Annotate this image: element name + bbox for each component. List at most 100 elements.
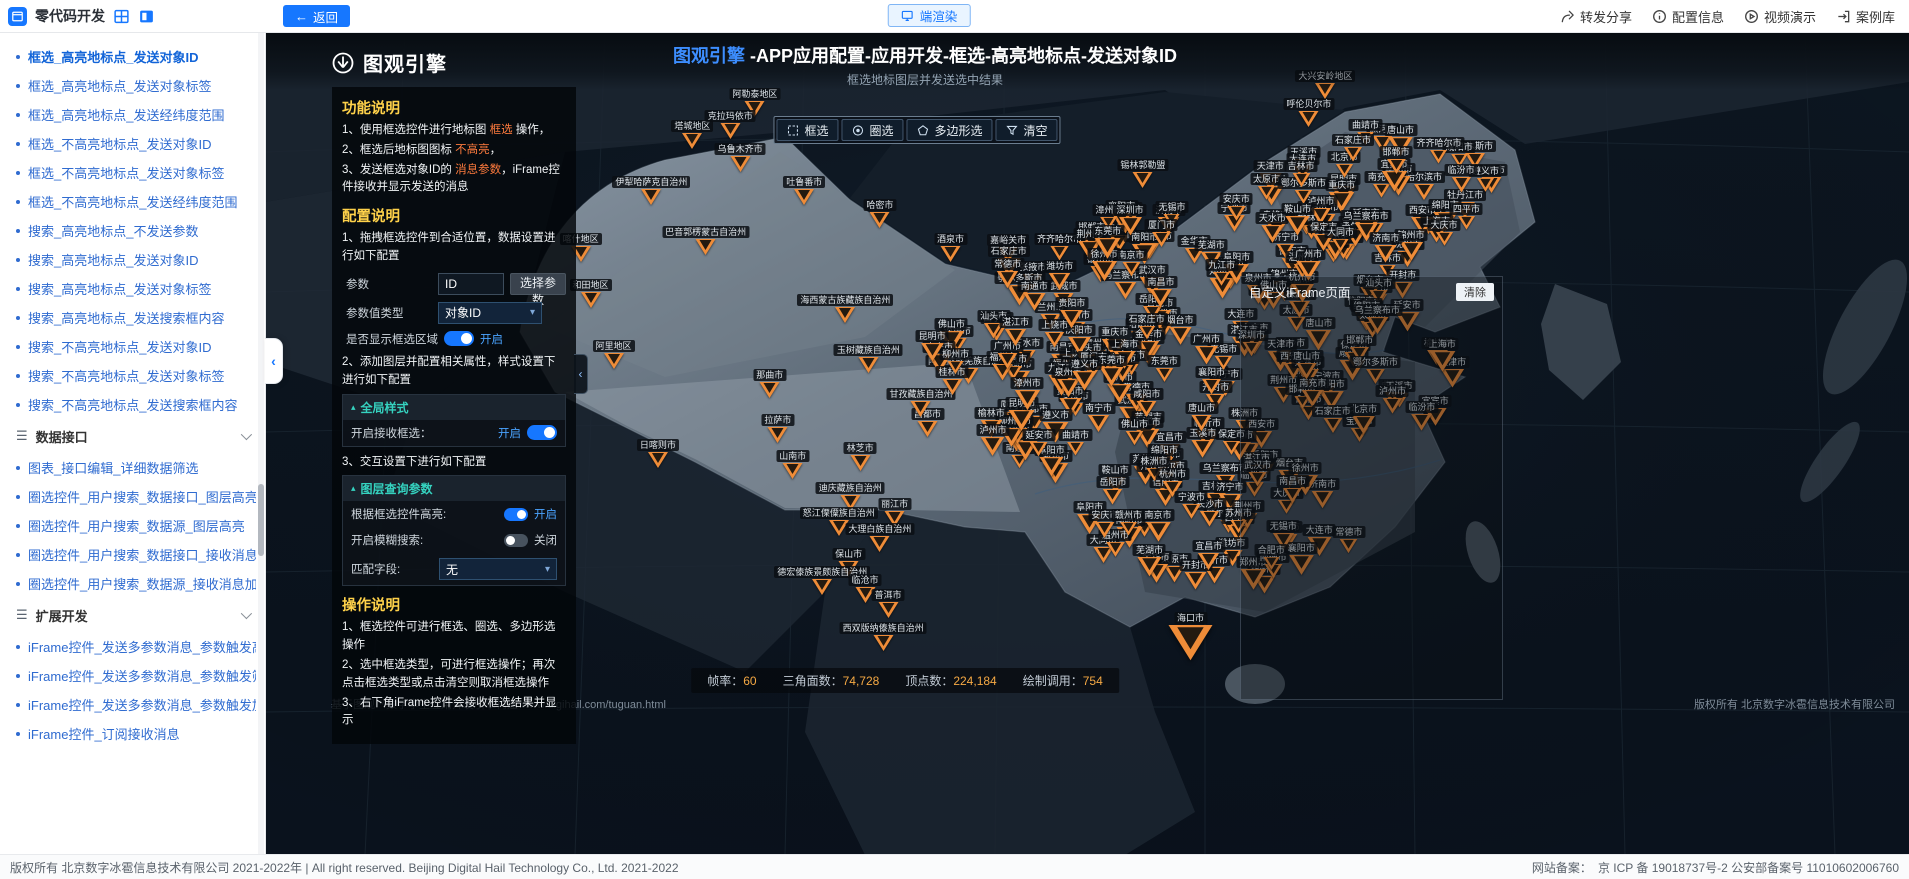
map-marker[interactable]: 九江市 [1205, 259, 1238, 288]
panel-collapse-button[interactable]: ‹ [574, 354, 588, 394]
sidebar-item[interactable]: 搜索_不高亮地标点_发送搜索框内容 [0, 390, 265, 419]
match-field-select[interactable]: 无▾ [439, 558, 557, 580]
sidebar-item[interactable]: iFrame控件_发送多参数消息_参数触发加... [0, 690, 265, 719]
sidebar-item[interactable]: 框选_不高亮地标点_发送对象ID [0, 129, 265, 158]
sidebar-item[interactable]: iFrame控件_发送多参数消息_参数触发高... [0, 632, 265, 661]
map-marker[interactable]: 唐山市 [1185, 402, 1218, 431]
map-marker[interactable]: 乌鲁木齐市 [715, 143, 766, 172]
map-marker[interactable]: 玉树藏族自治州 [834, 344, 903, 373]
map-marker[interactable]: 普洱市 [872, 589, 905, 618]
map-marker[interactable]: 日喀则市 [637, 439, 679, 468]
map-marker[interactable]: 南通市 [1018, 280, 1051, 309]
sidebar-section-header[interactable]: ☰扩展开发 [0, 598, 265, 632]
map-marker[interactable]: 湛江市 [999, 316, 1032, 345]
sidebar-item[interactable]: 圈选控件_用户搜索_数据接口_图层高亮 [0, 482, 265, 511]
map-marker[interactable]: 酒泉市 [934, 233, 967, 262]
map-marker[interactable]: 佛山市 [1118, 418, 1151, 447]
map-marker[interactable]: 南京市 [1142, 509, 1175, 538]
map-marker[interactable]: 芜湖市 [1133, 544, 1166, 573]
sidebar-item[interactable]: 搜索_高亮地标点_不发送参数 [0, 216, 265, 245]
show-region-toggle[interactable] [444, 331, 474, 346]
map-tool-circle-button[interactable]: 圈选 [841, 119, 903, 141]
map-marker[interactable]: 吉林市 [1285, 160, 1318, 189]
topbar-action-info[interactable]: 配置信息 [1652, 7, 1724, 26]
map-marker[interactable]: 安庆市 [1220, 193, 1253, 222]
map-marker[interactable]: 石家庄市 [1126, 313, 1168, 342]
sidebar-section-header[interactable]: ☰数据接口 [0, 419, 265, 453]
map-marker[interactable]: 海口市 [1174, 612, 1207, 641]
global-style-header[interactable]: ▴ 全局样式 [343, 395, 565, 420]
render-mode-button[interactable]: 端渲染 [888, 4, 971, 27]
map-marker[interactable]: 呼伦贝尔市 [1283, 98, 1334, 127]
map-marker[interactable]: 齐齐哈尔市 [1413, 137, 1464, 166]
map-marker[interactable]: 南宁市 [1082, 402, 1115, 431]
sidebar-scrollbar[interactable] [258, 32, 264, 855]
param-input[interactable] [438, 273, 504, 295]
sidebar-item[interactable]: 搜索_不高亮地标点_发送对象ID [0, 332, 265, 361]
topbar-action-cases[interactable]: 案例库 [1836, 7, 1895, 26]
map-marker[interactable]: 邯郸市 [1380, 146, 1413, 175]
map-marker[interactable]: 厦门市 [1145, 219, 1178, 248]
map-marker[interactable]: 宁波市 [1175, 491, 1208, 520]
sidebar-item[interactable]: 搜索_高亮地标点_发送对象标签 [0, 274, 265, 303]
map-marker[interactable]: 临汾市 [1444, 164, 1477, 193]
map-marker[interactable]: 济南市 [1369, 232, 1402, 261]
scrollbar-thumb[interactable] [258, 484, 264, 556]
map-marker[interactable]: 林芝市 [844, 442, 877, 471]
sidebar-item[interactable]: 框选_高亮地标点_发送对象标签 [0, 71, 265, 100]
receive-box-select-toggle[interactable] [527, 425, 557, 440]
map-marker[interactable]: 遵义市 [1068, 358, 1101, 387]
sidebar-item[interactable]: 圈选控件_用户搜索_数据源_接收消息加... [0, 569, 265, 598]
fuzzy-search-toggle[interactable] [504, 534, 528, 547]
map-marker[interactable]: 宜昌市 [1192, 540, 1225, 569]
layout-grid-icon[interactable] [113, 8, 130, 25]
map-tool-polygon-button[interactable]: 多边形选 [907, 119, 993, 141]
sidebar-item[interactable]: 图表_接口编辑_详细数据筛选 [0, 453, 265, 482]
map-marker[interactable]: 漳州市 [1011, 377, 1044, 406]
layer-query-header[interactable]: ▴ 图层查询参数 [343, 476, 565, 501]
map-marker[interactable]: 咸阳市 [1130, 388, 1163, 417]
map-marker[interactable]: 延安市 [1022, 429, 1055, 458]
back-button[interactable]: ← 返回 [283, 5, 350, 27]
sidebar-item[interactable]: iFrame控件_订阅接收消息 [0, 719, 265, 748]
sidebar-item[interactable]: 框选_高亮地标点_发送对象ID [0, 42, 265, 71]
topbar-action-share[interactable]: 转发分享 [1560, 7, 1632, 26]
map-tool-clear-button[interactable]: 清空 [996, 119, 1058, 141]
topbar-action-video[interactable]: 视频演示 [1744, 7, 1816, 26]
map-marker[interactable]: 吐鲁番市 [783, 176, 825, 205]
sidebar-item[interactable]: 搜索_高亮地标点_发送对象ID [0, 245, 265, 274]
map-marker[interactable]: 阿里地区 [593, 340, 635, 369]
map-marker[interactable]: 鞍山市 [1281, 203, 1314, 232]
sidebar-item[interactable]: 搜索_高亮地标点_发送搜索框内容 [0, 303, 265, 332]
map-marker[interactable]: 曲靖市 [1059, 429, 1092, 458]
map-marker[interactable]: 拉萨市 [761, 414, 794, 443]
map-marker[interactable]: 西双版纳傣族自治州 [840, 622, 927, 651]
map-marker[interactable]: 赣州市 [1112, 509, 1145, 538]
map-marker[interactable]: 海西蒙古族藏族自治州 [797, 294, 893, 323]
param-type-select[interactable]: 对象ID ▾ [438, 302, 542, 324]
map-marker[interactable]: 巴音郭楞蒙古自治州 [662, 226, 749, 255]
layout-panel-icon[interactable] [138, 8, 155, 25]
map-marker[interactable]: 东莞市 [1148, 355, 1181, 384]
map-marker[interactable]: 广州市 [1190, 333, 1223, 362]
sidebar-item[interactable]: 框选_高亮地标点_发送经纬度范围 [0, 100, 265, 129]
map-marker[interactable]: 南昌市 [1144, 276, 1177, 305]
clear-button[interactable]: 清除 [1456, 283, 1494, 301]
sidebar-item[interactable]: 搜索_不高亮地标点_发送对象标签 [0, 361, 265, 390]
sidebar-item[interactable]: 圈选控件_用户搜索_数据源_图层高亮 [0, 511, 265, 540]
highlight-toggle[interactable] [504, 508, 528, 521]
map-marker[interactable]: 伊犁哈萨克自治州 [612, 176, 690, 205]
map-tool-box-button[interactable]: 框选 [776, 119, 838, 141]
map-marker[interactable]: 昆明市 [916, 330, 949, 359]
map-marker[interactable]: 克拉玛依市 [705, 110, 756, 139]
map-marker[interactable]: 大庆市 [1428, 219, 1461, 248]
sidebar-item[interactable]: 框选_不高亮地标点_发送对象标签 [0, 158, 265, 187]
map-marker[interactable]: 那曲市 [753, 369, 786, 398]
sidebar-item[interactable]: iFrame控件_发送多参数消息_参数触发筛... [0, 661, 265, 690]
map-marker[interactable]: 东莞市 [1091, 225, 1124, 254]
sidebar-item[interactable]: 框选_不高亮地标点_发送经纬度范围 [0, 187, 265, 216]
map-marker[interactable]: 哈密市 [863, 199, 896, 228]
choose-param-button[interactable]: 选择参数 [510, 273, 566, 295]
map-marker[interactable]: 泸州市 [976, 424, 1009, 453]
map-marker[interactable]: 山南市 [776, 450, 809, 479]
